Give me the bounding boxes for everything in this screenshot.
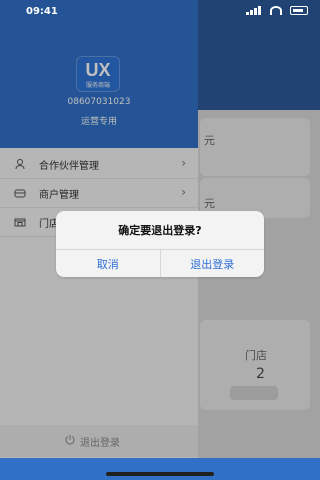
dialog-actions: 取消 退出登录 bbox=[56, 249, 264, 277]
confirm-logout-button[interactable]: 退出登录 bbox=[159, 250, 265, 277]
logout-confirm-dialog: 确定要退出登录? 取消 退出登录 bbox=[56, 211, 264, 277]
signal-icon bbox=[246, 6, 262, 15]
status-icons bbox=[246, 6, 308, 15]
cancel-button[interactable]: 取消 bbox=[56, 250, 160, 277]
home-indicator[interactable] bbox=[106, 472, 214, 476]
wifi-icon bbox=[270, 6, 282, 15]
dialog-title: 确定要退出登录? bbox=[118, 224, 202, 237]
status-time: 09:41 bbox=[26, 6, 58, 17]
battery-icon bbox=[290, 6, 308, 15]
status-bar: 09:41 bbox=[0, 0, 320, 22]
bottom-strip bbox=[0, 458, 320, 480]
